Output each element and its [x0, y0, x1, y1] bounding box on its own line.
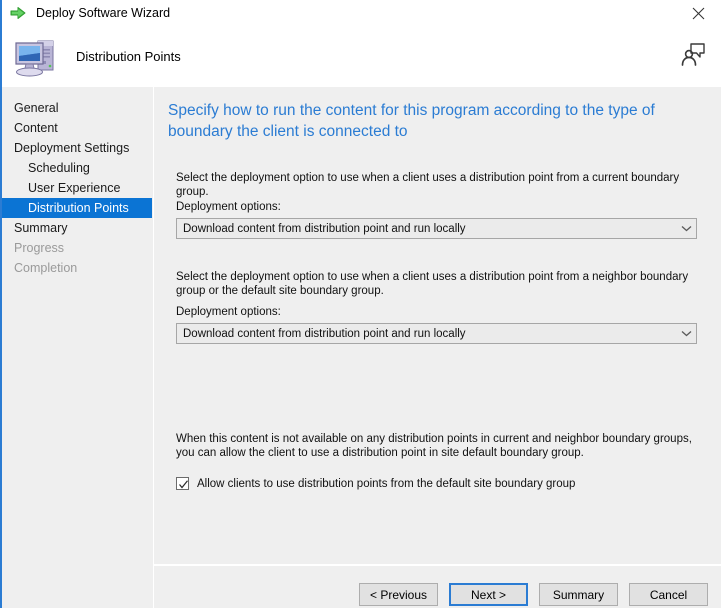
footer-button-group: < Previous Next > Summary Cancel: [359, 583, 708, 606]
computer-icon: [12, 34, 60, 80]
current-boundary-description: Select the deployment option to use when…: [176, 171, 698, 199]
chevron-down-icon: [677, 330, 696, 337]
sidebar-item-distribution-points[interactable]: Distribution Points: [2, 198, 152, 218]
sidebar-item-deployment-settings[interactable]: Deployment Settings: [2, 138, 152, 158]
title-bar: Deploy Software Wizard: [2, 0, 721, 26]
window-title: Deploy Software Wizard: [36, 6, 170, 20]
deploy-software-wizard-window: Deploy Software Wizard: [0, 0, 721, 608]
wizard-step-list: General Content Deployment Settings Sche…: [2, 87, 152, 608]
checkmark-icon: [178, 479, 189, 490]
next-button[interactable]: Next >: [449, 583, 528, 606]
allow-default-site-boundary-checkbox[interactable]: [176, 477, 189, 490]
content-pane: Specify how to run the content for this …: [154, 87, 721, 608]
sidebar-item-user-experience[interactable]: User Experience: [2, 178, 152, 198]
previous-button[interactable]: < Previous: [359, 583, 438, 606]
allow-default-site-boundary-label: Allow clients to use distribution points…: [197, 478, 575, 490]
deployment-options-label-current: Deployment options:: [176, 201, 281, 213]
sidebar-item-progress: Progress: [2, 238, 152, 258]
close-icon[interactable]: [676, 0, 721, 26]
summary-button[interactable]: Summary: [539, 583, 618, 606]
sidebar-item-general[interactable]: General: [2, 98, 152, 118]
deployment-options-select-neighbor[interactable]: Download content from distribution point…: [176, 323, 697, 344]
wizard-header: Distribution Points: [2, 26, 721, 87]
deployment-options-value-current: Download content from distribution point…: [177, 223, 677, 235]
neighbor-boundary-description: Select the deployment option to use when…: [176, 270, 698, 298]
sidebar-item-completion: Completion: [2, 258, 152, 278]
green-arrow-icon: [10, 5, 28, 21]
feedback-person-icon[interactable]: [679, 40, 709, 70]
allow-default-site-boundary-checkbox-row[interactable]: Allow clients to use distribution points…: [176, 477, 575, 490]
deployment-options-value-neighbor: Download content from distribution point…: [177, 328, 677, 340]
deployment-options-select-current[interactable]: Download content from distribution point…: [176, 218, 697, 239]
fallback-description: When this content is not available on an…: [176, 432, 698, 460]
deployment-options-label-neighbor: Deployment options:: [176, 306, 281, 318]
sidebar-item-content[interactable]: Content: [2, 118, 152, 138]
content-heading: Specify how to run the content for this …: [168, 100, 706, 142]
chevron-down-icon: [677, 225, 696, 232]
wizard-body: General Content Deployment Settings Sche…: [2, 87, 721, 608]
cancel-button[interactable]: Cancel: [629, 583, 708, 606]
page-title: Distribution Points: [76, 49, 181, 64]
sidebar-item-summary[interactable]: Summary: [2, 218, 152, 238]
wizard-footer: < Previous Next > Summary Cancel: [154, 566, 721, 608]
sidebar-item-scheduling[interactable]: Scheduling: [2, 158, 152, 178]
